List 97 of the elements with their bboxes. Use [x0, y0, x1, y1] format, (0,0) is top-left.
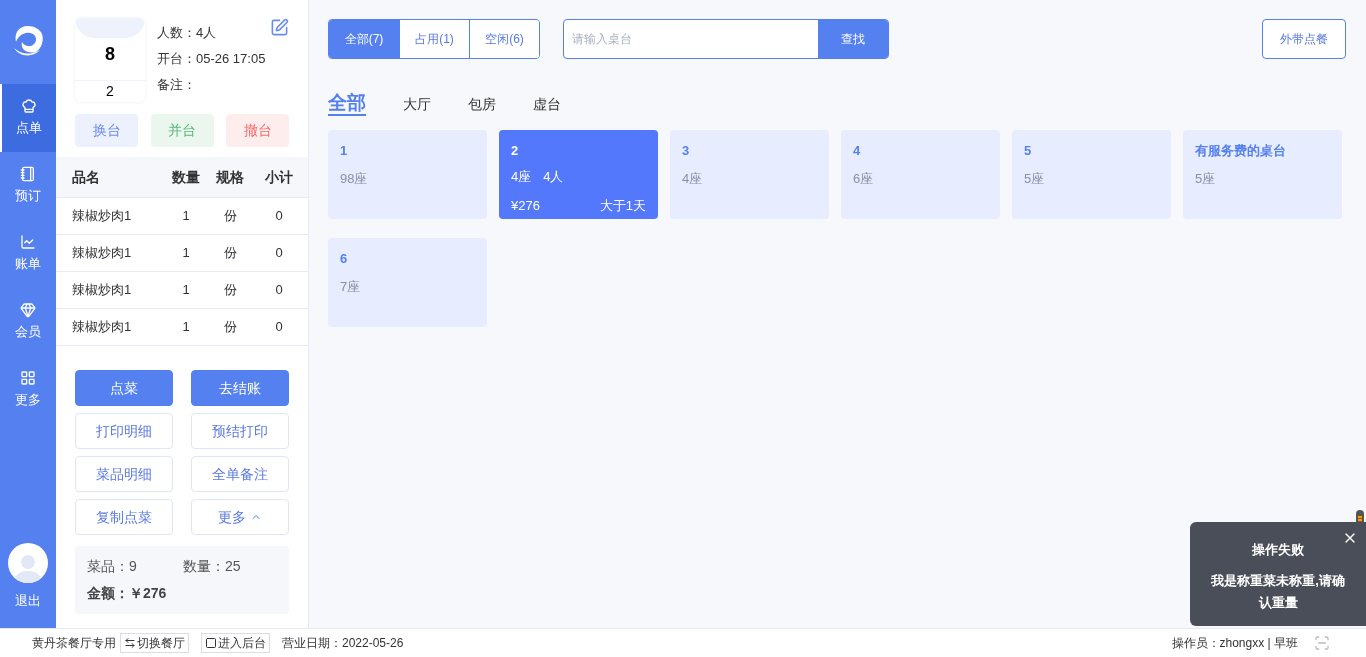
action-button[interactable]: 更多 — [191, 499, 289, 535]
table-cell-text: 1 — [181, 281, 191, 300]
table-cell-text: 辣椒炒肉1 — [71, 244, 133, 263]
search-button[interactable]: 查找 — [818, 20, 888, 58]
action-button[interactable]: 全单备注 — [191, 456, 289, 492]
seat-count: 5座 — [1024, 169, 1046, 188]
table-cell-text: 1 — [181, 244, 191, 263]
seat-count: 6座 — [853, 169, 875, 188]
seat-count: 5座 — [1195, 169, 1217, 188]
avatar-icon[interactable] — [8, 542, 48, 583]
action-button[interactable]: 预结打印 — [191, 413, 289, 449]
table-tile[interactable]: 1 98座 — [328, 130, 487, 219]
table-action-button[interactable]: 撤台 — [226, 114, 289, 147]
table-tile-name: 2 — [511, 142, 520, 160]
table-cell-text: 辣椒炒肉1 — [71, 281, 133, 300]
switch-restaurant-button[interactable]: 切换餐厅 — [120, 633, 189, 653]
table-tile[interactable]: 3 4座 — [670, 130, 829, 219]
area-tab[interactable]: 包房 — [468, 93, 496, 116]
table-action-button[interactable]: 并台 — [150, 114, 214, 147]
logout-button[interactable]: 退出 — [15, 590, 41, 610]
seat-count: 98座 — [340, 169, 369, 188]
table-cell-text: 辣椒炒肉1 — [71, 318, 133, 337]
table-tile-name: 4 — [853, 142, 862, 160]
table-action-button[interactable]: 换台 — [75, 114, 138, 147]
toast-message: 我是称重菜未称重,请确认重量 — [1210, 571, 1346, 612]
table-cell-text: 份 — [222, 281, 238, 300]
filter-tab[interactable]: 占用(1) — [399, 20, 469, 58]
chef-hat-icon — [21, 98, 37, 115]
seat-count: 4座 — [682, 169, 704, 188]
action-button[interactable]: 复制点菜 — [75, 499, 173, 535]
notebook-icon — [20, 166, 36, 183]
table-info: 人数：4人 — [157, 24, 218, 42]
grid-icon — [20, 370, 36, 387]
table-tile[interactable]: 2 4座 4人 ¥276 大于1天 — [499, 130, 658, 219]
column-header: 规格 — [215, 167, 245, 187]
amount-value: ￥276 — [129, 584, 167, 603]
table-tile[interactable]: 5 5座 — [1012, 130, 1171, 219]
sidebar-item[interactable]: 更多 — [0, 356, 56, 424]
table-cell-text: 0 — [274, 207, 284, 226]
area-tab[interactable]: 全部 — [328, 92, 366, 116]
action-button[interactable]: 点菜 — [75, 370, 173, 406]
column-header: 品名 — [71, 167, 101, 187]
seat-count: 4座 — [511, 167, 532, 186]
action-button[interactable]: 菜品明细 — [75, 456, 173, 492]
open-duration: 大于1天 — [599, 197, 646, 215]
quantity-count: 数量：25 — [183, 557, 241, 576]
table-name: 2 — [106, 82, 114, 101]
table-number: 8 — [105, 43, 115, 66]
table-cell-text: 1 — [181, 207, 191, 226]
toast-title: 操作失败 — [1252, 541, 1304, 559]
table-amount: ¥276 — [511, 197, 540, 215]
filter-tab[interactable]: 全部(7) — [329, 20, 399, 58]
line-chart-icon — [20, 234, 36, 251]
table-tile-name: 1 — [340, 142, 349, 160]
search-field[interactable]: 请输入桌台 查找 — [563, 19, 889, 59]
table-tile-name: 5 — [1024, 142, 1033, 160]
table-tile[interactable]: 4 6座 — [841, 130, 1000, 219]
table-cell-text: 份 — [222, 318, 238, 337]
area-tab[interactable]: 虚台 — [533, 93, 561, 116]
restaurant-name: 黄丹茶餐厅专用 — [32, 635, 116, 652]
seat-count: 7座 — [340, 277, 362, 296]
logo-icon — [12, 24, 44, 58]
column-header: 小计 — [264, 167, 294, 187]
takeout-button[interactable]: 外带点餐 — [1262, 19, 1346, 59]
sidebar-item[interactable]: 预订 — [0, 152, 56, 220]
sidebar-item[interactable]: 会员 — [0, 288, 56, 356]
table-info: 备注： — [157, 76, 197, 94]
table-cell-text: 0 — [274, 244, 284, 263]
edit-icon[interactable] — [270, 18, 289, 37]
filter-tab[interactable]: 空闲(6) — [469, 20, 539, 58]
table-tile[interactable]: 有服务费的桌台 5座 — [1183, 130, 1342, 219]
table-cell-text: 0 — [274, 318, 284, 337]
table-tile-name: 有服务费的桌台 — [1195, 142, 1287, 160]
table-tile[interactable]: 6 7座 — [328, 238, 487, 327]
action-button[interactable]: 打印明细 — [75, 413, 173, 449]
table-info: 开台：05-26 17:05 — [157, 50, 266, 68]
gem-icon — [20, 302, 36, 319]
business-date: 营业日期：2022-05-26 — [282, 635, 404, 652]
dish-count: 菜品：9 — [87, 557, 138, 576]
sidebar-item[interactable]: 点单 — [0, 84, 56, 152]
table-tile-name: 3 — [682, 142, 691, 160]
table-cell-text: 辣椒炒肉1 — [71, 207, 133, 226]
swap-icon — [124, 637, 136, 649]
operator-info: 操作员：zhongxx | 早班 — [1171, 635, 1298, 652]
sidebar-item[interactable]: 账单 — [0, 220, 56, 288]
backend-button[interactable]: 进入后台 — [201, 633, 270, 653]
area-tab[interactable]: 大厅 — [403, 93, 431, 116]
table-cell-text: 份 — [222, 244, 238, 263]
action-button[interactable]: 去结账 — [191, 370, 289, 406]
people-count: 4人 — [543, 167, 564, 186]
column-header: 数量 — [171, 167, 201, 187]
amount-label: 金额： — [87, 584, 129, 603]
table-cell-text: 0 — [274, 281, 284, 300]
table-tile-name: 6 — [340, 250, 349, 268]
square-icon — [205, 637, 217, 649]
table-cell-text: 份 — [222, 207, 238, 226]
table-cell-text: 1 — [181, 318, 191, 337]
